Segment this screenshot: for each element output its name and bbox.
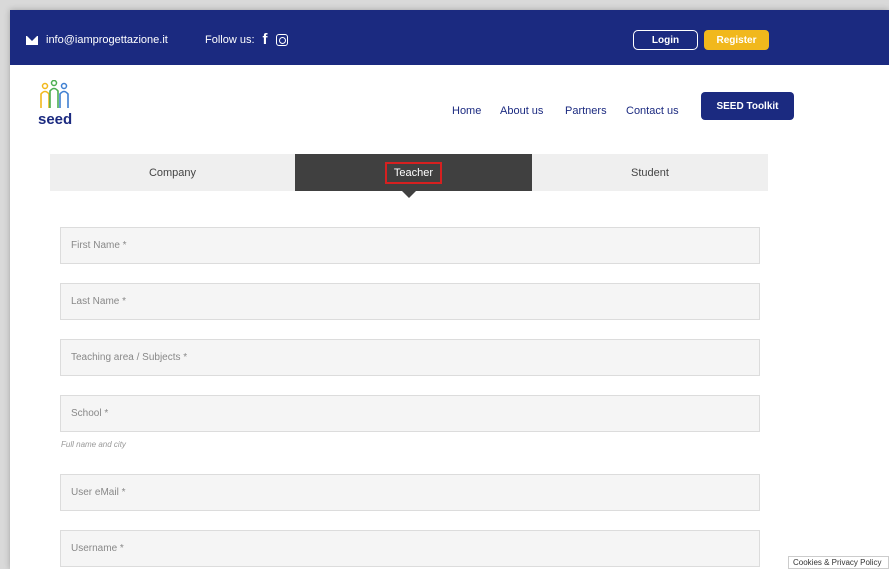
email-field[interactable]: User eMail *: [60, 474, 760, 511]
tab-teacher-label: Teacher: [384, 161, 443, 184]
tab-student-label: Student: [631, 166, 669, 179]
top-bar: info@iamprogettazione.it Follow us: f Lo…: [10, 10, 889, 65]
logo-figures-icon: [40, 79, 69, 108]
tab-teacher[interactable]: Teacher: [295, 154, 532, 191]
instagram-icon[interactable]: [275, 34, 288, 46]
tab-student[interactable]: Student: [532, 154, 768, 191]
teaching-area-placeholder: Teaching area / Subjects *: [71, 352, 188, 363]
seed-toolkit-button[interactable]: SEED Toolkit: [701, 92, 794, 120]
email-placeholder: User eMail *: [71, 487, 126, 498]
follow-label: Follow us:: [205, 34, 255, 46]
active-tab-pointer: [402, 191, 416, 198]
first-name-placeholder: First Name *: [71, 240, 127, 251]
nav-partners[interactable]: Partners: [565, 105, 607, 117]
tab-company[interactable]: Company: [50, 154, 295, 191]
browser-page: info@iamprogettazione.it Follow us: f Lo…: [10, 10, 889, 569]
nav-home[interactable]: Home: [452, 105, 481, 117]
last-name-field[interactable]: Last Name *: [60, 283, 760, 320]
cookie-policy-button[interactable]: Cookies & Privacy Policy: [788, 556, 889, 569]
social-links: Follow us: f: [205, 32, 288, 47]
tab-company-label: Company: [148, 166, 197, 179]
login-button[interactable]: Login: [633, 30, 698, 50]
registration-tabs: Company Teacher Student: [50, 154, 768, 191]
first-name-field[interactable]: First Name *: [60, 227, 760, 264]
envelope-icon: [26, 35, 38, 45]
nav-contact-us[interactable]: Contact us: [626, 105, 679, 117]
school-field[interactable]: School *: [60, 395, 760, 432]
facebook-icon[interactable]: f: [263, 32, 268, 47]
nav-about-us[interactable]: About us: [500, 105, 543, 117]
seed-logo[interactable]: seed: [38, 79, 73, 132]
username-field[interactable]: Username *: [60, 530, 760, 567]
teaching-area-field[interactable]: Teaching area / Subjects *: [60, 339, 760, 376]
contact-email[interactable]: info@iamprogettazione.it: [26, 34, 168, 46]
logo-text: seed: [38, 111, 73, 128]
register-button[interactable]: Register: [704, 30, 769, 50]
email-text[interactable]: info@iamprogettazione.it: [46, 34, 168, 46]
last-name-placeholder: Last Name *: [71, 296, 127, 307]
username-placeholder: Username *: [71, 543, 124, 554]
school-placeholder: School *: [71, 408, 109, 419]
school-hint: Full name and city: [61, 440, 126, 449]
